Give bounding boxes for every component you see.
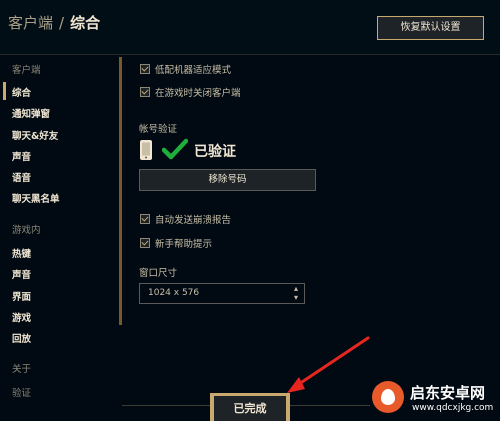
verified-status: 已验证 <box>194 144 236 160</box>
sidebar-item-notifications[interactable]: 通知弹窗 <box>12 106 50 120</box>
window-size-value: 1024 x 576 <box>148 288 200 298</box>
sidebar-item-game[interactable]: 游戏 <box>12 310 31 324</box>
sidebar-item-verification[interactable]: 验证 <box>12 385 31 399</box>
newbie-tips-checkbox[interactable]: 新手帮助提示 <box>140 236 212 250</box>
sidebar-item-client-sound[interactable]: 声音 <box>12 149 31 163</box>
breadcrumb-current: 综合 <box>70 14 101 32</box>
phone-icon <box>140 140 152 160</box>
close-client-ingame-checkbox[interactable]: 在游戏时关闭客户端 <box>140 85 241 99</box>
header-bar: 客户端 / 综合 恢复默认设置 <box>0 0 500 54</box>
sidebar-divider <box>119 57 122 325</box>
restore-defaults-button[interactable]: 恢复默认设置 <box>377 16 484 40</box>
sidebar-item-chat-blocklist[interactable]: 聊天黑名单 <box>12 191 60 205</box>
updown-arrows-icon: ▴ ▾ <box>293 284 298 302</box>
checkbox-checked-icon[interactable] <box>140 87 150 97</box>
breadcrumb: 客户端 / 综合 <box>8 12 100 33</box>
watermark-url: www.qdcxjkg.com <box>412 403 494 413</box>
done-button[interactable]: 已完成 <box>214 396 286 421</box>
checkbox-checked-icon[interactable] <box>140 238 150 248</box>
sidebar-heading-client: 客户端 <box>12 65 41 76</box>
checkbox-checked-icon[interactable] <box>140 64 150 74</box>
remove-number-button[interactable]: 移除号码 <box>139 169 316 191</box>
sidebar-item-replays[interactable]: 回放 <box>12 331 31 345</box>
sidebar-heading-ingame: 游戏内 <box>12 225 41 236</box>
checkmark-icon <box>162 138 188 160</box>
checkbox-label: 新手帮助提示 <box>155 239 213 250</box>
sidebar-item-ingame-sound[interactable]: 声音 <box>12 267 31 281</box>
watermark: 启东安卓网 www.qdcxjkg.com <box>370 378 500 421</box>
sidebar-item-hotkeys[interactable]: 热键 <box>12 246 31 260</box>
low-spec-mode-checkbox[interactable]: 低配机器适应模式 <box>140 62 231 76</box>
watermark-title: 启东安卓网 <box>410 384 486 402</box>
watermark-logo-icon <box>372 381 404 413</box>
checkbox-label: 低配机器适应模式 <box>155 65 232 76</box>
footer-rule-left <box>122 405 210 406</box>
sidebar-item-chat-friends[interactable]: 聊天&好友 <box>12 128 58 142</box>
checkbox-label: 在游戏时关闭客户端 <box>155 88 241 99</box>
active-item-indicator <box>3 82 6 100</box>
sidebar-heading-about: 关于 <box>12 364 32 375</box>
footer-rule-right <box>290 405 370 406</box>
breadcrumb-separator: / <box>59 14 65 32</box>
sidebar-item-general[interactable]: 综合 <box>12 85 31 99</box>
sidebar-item-voice[interactable]: 语音 <box>12 170 31 184</box>
window-size-title: 窗口尺寸 <box>139 268 178 279</box>
auto-crash-report-checkbox[interactable]: 自动发送崩溃报告 <box>140 212 231 226</box>
checkbox-label: 自动发送崩溃报告 <box>155 215 232 226</box>
account-verification-title: 帐号验证 <box>139 124 178 135</box>
window-size-select[interactable]: 1024 x 576 ▴ ▾ <box>139 283 305 304</box>
breadcrumb-root[interactable]: 客户端 <box>8 14 53 32</box>
checkbox-checked-icon[interactable] <box>140 214 150 224</box>
sidebar-item-interface[interactable]: 界面 <box>12 289 31 303</box>
